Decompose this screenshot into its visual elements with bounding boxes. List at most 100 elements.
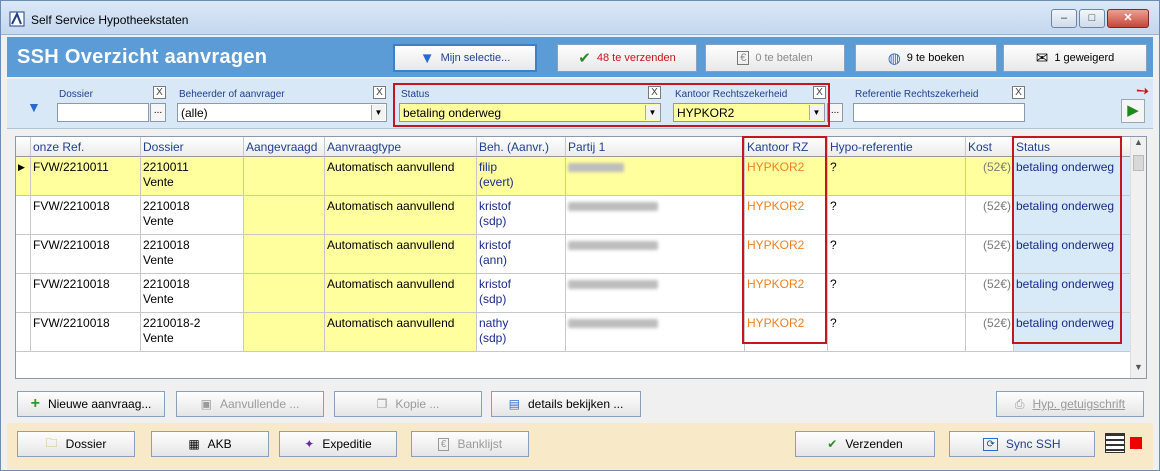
folder-icon: 🗀 <box>45 435 58 450</box>
cell-beh[interactable]: kristof (sdp) <box>477 274 566 313</box>
maximize-button[interactable]: □ <box>1079 9 1105 28</box>
cell-kost[interactable]: (52€) <box>966 235 1014 274</box>
stop-icon[interactable] <box>1130 437 1142 449</box>
row-indicator[interactable] <box>16 196 31 235</box>
banklijst-button[interactable]: € Banklijst <box>411 431 529 457</box>
dossier-input[interactable] <box>57 103 149 122</box>
scroll-down-icon[interactable]: ▼ <box>1131 362 1146 378</box>
nieuwe-aanvraag-button[interactable]: + Nieuwe aanvraag... <box>17 391 165 417</box>
col-kost[interactable]: Kost <box>966 137 1014 157</box>
vertical-scrollbar[interactable]: ▲ ▼ <box>1130 137 1146 378</box>
play-icon[interactable]: ▶ <box>1121 99 1145 123</box>
calculator-icon: ▦ <box>188 437 200 451</box>
row-indicator[interactable] <box>16 274 31 313</box>
cell-beh[interactable]: kristof (ann) <box>477 235 566 274</box>
row-indicator-header <box>16 137 31 157</box>
col-onze-ref[interactable]: onze Ref. <box>31 137 141 157</box>
cell-aangevraagd[interactable] <box>244 196 325 235</box>
row-indicator[interactable]: ▶ <box>16 157 31 196</box>
cell-hypo[interactable]: ? <box>828 274 966 313</box>
cell-ref[interactable]: FVW/2210018 <box>31 235 141 274</box>
page-title: SSH Overzicht aanvragen <box>17 46 268 68</box>
cell-beh[interactable]: filip (evert) <box>477 157 566 196</box>
col-dossier[interactable]: Dossier <box>141 137 244 157</box>
cell-dossier[interactable]: 2210018 Vente <box>141 196 244 235</box>
cell-partij[interactable] <box>566 313 745 352</box>
minimize-button[interactable]: – <box>1051 9 1077 28</box>
chevron-down-icon: ▼ <box>371 105 385 120</box>
cell-beh[interactable]: nathy (sdp) <box>477 313 566 352</box>
cell-partij[interactable] <box>566 157 745 196</box>
row-indicator[interactable] <box>16 313 31 352</box>
cell-aanvraagtype[interactable]: Automatisch aanvullend <box>325 196 477 235</box>
cell-hypo[interactable]: ? <box>828 313 966 352</box>
dossier-lookup-button[interactable]: ... <box>150 103 166 122</box>
col-hypo[interactable]: Hypo-referentie <box>828 137 966 157</box>
envelope-denied-icon: ✉ <box>1035 50 1049 67</box>
cell-aanvraagtype[interactable]: Automatisch aanvullend <box>325 313 477 352</box>
cell-aangevraagd[interactable] <box>244 274 325 313</box>
sync-ssh-button[interactable]: ⟳ Sync SSH <box>949 431 1095 457</box>
cell-dossier[interactable]: 2210011 Vente <box>141 157 244 196</box>
cell-hypo[interactable]: ? <box>828 235 966 274</box>
cell-hypo[interactable]: ? <box>828 196 966 235</box>
beheerder-clear-icon[interactable]: X <box>373 86 386 99</box>
row-indicator[interactable] <box>16 235 31 274</box>
cell-ref[interactable]: FVW/2210011 <box>31 157 141 196</box>
te-verzenden-button[interactable]: ✔ 48 te verzenden <box>557 44 697 72</box>
akb-button[interactable]: ▦ AKB <box>151 431 269 457</box>
filter-funnel-icon: ▼ <box>27 99 41 115</box>
referentie-clear-icon[interactable]: X <box>1012 86 1025 99</box>
app-icon <box>9 11 25 27</box>
verzenden-button[interactable]: ✔ Verzenden <box>795 431 935 457</box>
close-button[interactable]: ✕ <box>1107 9 1149 28</box>
cell-hypo[interactable]: ? <box>828 157 966 196</box>
cell-kost[interactable]: (52€) <box>966 313 1014 352</box>
grid-settings-icon[interactable] <box>1105 433 1125 453</box>
details-bekijken-button[interactable]: ▤ details bekijken ... <box>491 391 641 417</box>
cell-aangevraagd[interactable] <box>244 157 325 196</box>
cell-dossier[interactable]: 2210018 Vente <box>141 274 244 313</box>
cell-partij[interactable] <box>566 274 745 313</box>
kopie-button[interactable]: ❐ Kopie ... <box>334 391 482 417</box>
dossier-button[interactable]: 🗀 Dossier <box>17 431 135 457</box>
cell-aanvraagtype[interactable]: Automatisch aanvullend <box>325 235 477 274</box>
cell-aanvraagtype[interactable]: Automatisch aanvullend <box>325 274 477 313</box>
scroll-up-icon[interactable]: ▲ <box>1131 137 1146 153</box>
check-send-icon: ✔ <box>578 50 591 67</box>
dossier-clear-icon[interactable]: X <box>153 86 166 99</box>
app-window: Self Service Hypotheekstaten – □ ✕ SSH O… <box>0 0 1160 471</box>
cell-kost[interactable]: (52€) <box>966 157 1014 196</box>
cell-partij[interactable] <box>566 235 745 274</box>
mijn-selectie-button[interactable]: ▼ Mijn selectie... <box>393 44 537 72</box>
expeditie-button[interactable]: ✦ Expeditie <box>279 431 397 457</box>
col-aanvraagtype[interactable]: Aanvraagtype <box>325 137 477 157</box>
te-betalen-button[interactable]: € 0 te betalen <box>705 44 845 72</box>
geweigerd-button[interactable]: ✉ 1 geweigerd <box>1003 44 1147 72</box>
col-beh[interactable]: Beh. (Aanvr.) <box>477 137 566 157</box>
referentie-label: Referentie Rechtszekerheid <box>855 89 979 100</box>
te-boeken-button[interactable]: ◍ 9 te boeken <box>855 44 997 72</box>
cell-partij[interactable] <box>566 196 745 235</box>
scroll-thumb[interactable] <box>1133 155 1144 171</box>
col-aangevraagd[interactable]: Aangevraagd <box>244 137 325 157</box>
referentie-input[interactable] <box>853 103 1025 122</box>
cell-kost[interactable]: (52€) <box>966 196 1014 235</box>
cell-kost[interactable]: (52€) <box>966 274 1014 313</box>
col-partij[interactable]: Partij 1 <box>566 137 745 157</box>
title-bar: Self Service Hypotheekstaten – □ ✕ <box>1 1 1159 35</box>
cell-ref[interactable]: FVW/2210018 <box>31 274 141 313</box>
cell-dossier[interactable]: 2210018 Vente <box>141 235 244 274</box>
cell-dossier[interactable]: 2210018-2 Vente <box>141 313 244 352</box>
cell-aangevraagd[interactable] <box>244 313 325 352</box>
cell-ref[interactable]: FVW/2210018 <box>31 196 141 235</box>
expedition-icon: ✦ <box>304 437 315 451</box>
cell-ref[interactable]: FVW/2210018 <box>31 313 141 352</box>
beheerder-select[interactable]: (alle) ▼ <box>177 103 387 122</box>
cell-beh[interactable]: kristof (sdp) <box>477 196 566 235</box>
document-icon: ▤ <box>508 397 520 411</box>
aanvullende-button[interactable]: ▣ Aanvullende ... <box>176 391 324 417</box>
cell-aangevraagd[interactable] <box>244 235 325 274</box>
cell-aanvraagtype[interactable]: Automatisch aanvullend <box>325 157 477 196</box>
hyp-getuigschrift-button[interactable]: ⎙ Hyp. getuigschrift <box>996 391 1144 417</box>
